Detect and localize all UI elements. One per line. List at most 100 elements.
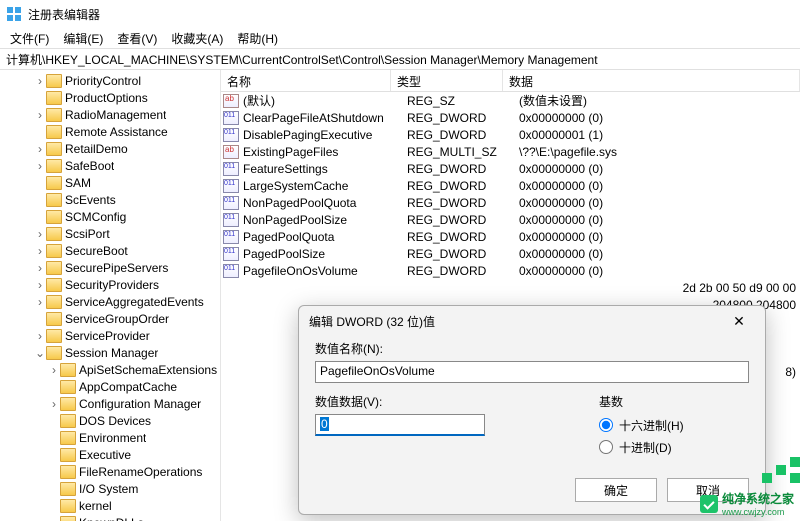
tree-item[interactable]: AppCompatCache <box>0 378 220 395</box>
folder-icon <box>46 329 62 343</box>
menu-file[interactable]: 文件(F) <box>4 28 55 49</box>
value-row[interactable]: PagefileOnOsVolumeREG_DWORD0x00000000 (0… <box>221 262 800 279</box>
folder-icon <box>46 176 62 190</box>
expand-icon[interactable]: › <box>34 295 46 309</box>
tree-item[interactable]: ›RadioManagement <box>0 106 220 123</box>
ok-button[interactable]: 确定 <box>575 478 657 502</box>
tree-item[interactable]: ›ServiceProvider <box>0 327 220 344</box>
tree-view[interactable]: ›PriorityControlProductOptions›RadioMana… <box>0 70 220 521</box>
value-row[interactable]: ClearPageFileAtShutdownREG_DWORD0x000000… <box>221 109 800 126</box>
folder-icon <box>46 142 62 156</box>
menu-favorites[interactable]: 收藏夹(A) <box>165 28 229 49</box>
address-bar[interactable]: 计算机\HKEY_LOCAL_MACHINE\SYSTEM\CurrentCon… <box>0 48 800 70</box>
value-row[interactable]: LargeSystemCacheREG_DWORD0x00000000 (0) <box>221 177 800 194</box>
tree-item[interactable]: DOS Devices <box>0 412 220 429</box>
folder-icon <box>46 312 62 326</box>
watermark-logo-icon <box>700 495 718 513</box>
folder-icon <box>46 295 62 309</box>
column-type[interactable]: 类型 <box>391 70 503 91</box>
tree-item[interactable]: ›ScsiPort <box>0 225 220 242</box>
folder-icon <box>60 414 76 428</box>
tree-item[interactable]: KnownDLLs <box>0 514 220 521</box>
folder-icon <box>46 346 62 360</box>
expand-icon[interactable]: ⌄ <box>34 346 46 360</box>
tree-item[interactable]: ServiceGroupOrder <box>0 310 220 327</box>
radio-hex[interactable]: 十六进制(H) <box>599 414 749 436</box>
folder-icon <box>46 227 62 241</box>
tree-item[interactable]: ›Configuration Manager <box>0 395 220 412</box>
tree-item[interactable]: ›SecurityProviders <box>0 276 220 293</box>
folder-icon <box>46 261 62 275</box>
value-icon <box>223 264 239 278</box>
value-icon <box>223 128 239 142</box>
value-name-field[interactable]: PagefileOnOsVolume <box>315 361 749 383</box>
expand-icon[interactable]: › <box>48 397 60 411</box>
value-icon <box>223 94 239 108</box>
tree-item[interactable]: ProductOptions <box>0 89 220 106</box>
menu-view[interactable]: 查看(V) <box>111 28 163 49</box>
folder-icon <box>46 91 62 105</box>
tree-item[interactable]: ScEvents <box>0 191 220 208</box>
close-button[interactable]: ✕ <box>723 309 755 333</box>
value-row[interactable]: DisablePagingExecutiveREG_DWORD0x0000000… <box>221 126 800 143</box>
folder-icon <box>46 108 62 122</box>
value-icon <box>223 247 239 261</box>
expand-icon[interactable]: › <box>34 278 46 292</box>
tree-item[interactable]: ⌄Session Manager <box>0 344 220 361</box>
folder-icon <box>60 516 76 521</box>
value-icon <box>223 179 239 193</box>
tree-item[interactable]: Environment <box>0 429 220 446</box>
value-row[interactable]: NonPagedPoolSizeREG_DWORD0x00000000 (0) <box>221 211 800 228</box>
expand-icon[interactable]: › <box>34 74 46 88</box>
value-row[interactable]: PagedPoolSizeREG_DWORD0x00000000 (0) <box>221 245 800 262</box>
tree-item[interactable]: ›SecurePipeServers <box>0 259 220 276</box>
column-name[interactable]: 名称 <box>221 70 391 91</box>
value-row[interactable]: ExistingPageFilesREG_MULTI_SZ\??\E:\page… <box>221 143 800 160</box>
column-data[interactable]: 数据 <box>503 70 800 91</box>
tree-item[interactable]: ›ApiSetSchemaExtensions <box>0 361 220 378</box>
value-row[interactable]: NonPagedPoolQuotaREG_DWORD0x00000000 (0) <box>221 194 800 211</box>
expand-icon[interactable]: › <box>34 261 46 275</box>
expand-icon[interactable]: › <box>48 363 60 377</box>
expand-icon[interactable]: › <box>34 159 46 173</box>
expand-icon[interactable]: › <box>34 244 46 258</box>
value-row[interactable]: PagedPoolQuotaREG_DWORD0x00000000 (0) <box>221 228 800 245</box>
tree-item[interactable]: ›SecureBoot <box>0 242 220 259</box>
expand-icon[interactable]: › <box>34 142 46 156</box>
tree-item[interactable]: SAM <box>0 174 220 191</box>
address-text: 计算机\HKEY_LOCAL_MACHINE\SYSTEM\CurrentCon… <box>6 51 598 68</box>
value-row[interactable]: (默认)REG_SZ(数值未设置) <box>221 92 800 109</box>
tree-item[interactable]: Executive <box>0 446 220 463</box>
radio-dec[interactable]: 十进制(D) <box>599 436 749 458</box>
edit-dword-dialog: 编辑 DWORD (32 位)值 ✕ 数值名称(N): PagefileOnOs… <box>298 305 766 515</box>
value-icon <box>223 230 239 244</box>
menu-help[interactable]: 帮助(H) <box>231 28 284 49</box>
value-icon <box>223 111 239 125</box>
tree-item[interactable]: ›SafeBoot <box>0 157 220 174</box>
folder-icon <box>60 448 76 462</box>
folder-icon <box>60 431 76 445</box>
expand-icon[interactable]: › <box>34 329 46 343</box>
tree-item[interactable]: ›RetailDemo <box>0 140 220 157</box>
value-data-field[interactable]: 0 <box>315 414 485 436</box>
tree-item[interactable]: ›ServiceAggregatedEvents <box>0 293 220 310</box>
tree-item[interactable]: ›PriorityControl <box>0 72 220 89</box>
tree-item[interactable]: SCMConfig <box>0 208 220 225</box>
value-name-label: 数值名称(N): <box>315 340 749 357</box>
value-row[interactable]: FeatureSettingsREG_DWORD0x00000000 (0) <box>221 160 800 177</box>
expand-icon[interactable]: › <box>34 108 46 122</box>
tree-item[interactable]: kernel <box>0 497 220 514</box>
folder-icon <box>46 74 62 88</box>
value-icon <box>223 145 239 159</box>
folder-icon <box>60 482 76 496</box>
dialog-title: 编辑 DWORD (32 位)值 <box>309 313 435 330</box>
window-title: 注册表编辑器 <box>28 6 100 23</box>
expand-icon[interactable]: › <box>34 227 46 241</box>
tree-item[interactable]: I/O System <box>0 480 220 497</box>
tree-item[interactable]: FileRenameOperations <box>0 463 220 480</box>
tree-item[interactable]: Remote Assistance <box>0 123 220 140</box>
menu-edit[interactable]: 编辑(E) <box>57 28 109 49</box>
value-icon <box>223 213 239 227</box>
value-data-label: 数值数据(V): <box>315 393 579 410</box>
menu-bar: 文件(F) 编辑(E) 查看(V) 收藏夹(A) 帮助(H) <box>0 28 800 48</box>
